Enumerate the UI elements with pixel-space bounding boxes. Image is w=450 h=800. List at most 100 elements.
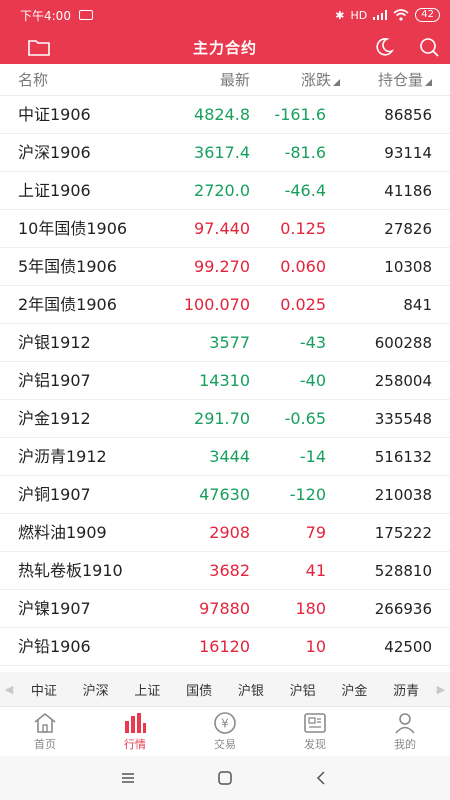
row-name: 上证1906 <box>18 181 91 200</box>
row-open-interest: 266936 <box>374 600 432 618</box>
page-title: 主力合约 <box>192 38 257 57</box>
scroll-left-icon[interactable]: ◀ <box>0 683 18 696</box>
column-change-label: 涨跌 <box>300 71 331 89</box>
row-open-interest: 27826 <box>384 220 432 238</box>
table-row[interactable]: 沪铅1906 16120 10 42500 <box>0 628 450 666</box>
nav-discover[interactable]: 发现 <box>270 707 360 756</box>
row-change: -161.6 <box>274 105 326 124</box>
row-name: 2年国债1906 <box>18 295 117 314</box>
back-icon[interactable] <box>314 770 330 786</box>
row-name: 沪沥青1912 <box>18 447 107 466</box>
row-change: -40 <box>299 371 326 390</box>
table-row[interactable]: 沪铜1907 47630 -120 210038 <box>0 476 450 514</box>
row-name: 热轧卷板1910 <box>18 561 123 580</box>
table-row[interactable]: 沪深1906 3617.4 -81.6 93114 <box>0 134 450 172</box>
table-row[interactable]: 热轧卷板1910 3682 41 528810 <box>0 552 450 590</box>
row-change: 79 <box>305 523 326 542</box>
nav-profile-label: 我的 <box>394 738 416 751</box>
table-row[interactable]: 10年国债1906 97.440 0.125 27826 <box>0 210 450 248</box>
quick-tab[interactable]: 沪深 <box>83 680 109 699</box>
folder-icon[interactable] <box>28 38 50 56</box>
quick-tab[interactable]: 沪铝 <box>290 680 316 699</box>
table-row[interactable]: 沪铝1907 14310 -40 258004 <box>0 362 450 400</box>
row-last-price: 3577 <box>209 333 250 352</box>
table-row[interactable]: 上证1906 2720.0 -46.4 41186 <box>0 172 450 210</box>
nav-home[interactable]: 首页 <box>0 707 90 756</box>
table-row[interactable]: 沪沥青1912 3444 -14 516132 <box>0 438 450 476</box>
quick-tab[interactable]: 沪金 <box>341 680 367 699</box>
scroll-right-icon[interactable]: ▶ <box>432 683 450 696</box>
row-change: 41 <box>305 561 326 580</box>
nav-trade[interactable]: ¥ 交易 <box>180 707 270 756</box>
row-change: 180 <box>295 599 326 618</box>
signal-icon <box>373 10 388 20</box>
bottom-nav: 首页 行情 ¥ 交易 发现 我的 <box>0 706 450 756</box>
bluetooth-icon: ✱ <box>335 8 345 22</box>
row-last-price: 2908 <box>209 523 250 542</box>
home-icon <box>34 712 56 733</box>
column-name[interactable]: 名称 <box>18 69 48 90</box>
market-icon <box>125 713 146 733</box>
signal-text: HD <box>350 8 368 22</box>
row-last-price: 14310 <box>199 371 250 390</box>
status-bar: 下午4:00 ✱ HD 42 <box>0 0 450 30</box>
row-name: 燃料油1909 <box>18 523 107 542</box>
row-change: 0.025 <box>280 295 326 314</box>
row-name: 5年国债1906 <box>18 257 117 276</box>
search-icon[interactable] <box>418 36 440 58</box>
yuan-icon: ¥ <box>214 712 236 734</box>
nav-discover-label: 发现 <box>304 738 326 751</box>
column-last[interactable]: 最新 <box>220 69 250 90</box>
table-row[interactable]: 中证1906 4824.8 -161.6 86856 <box>0 96 450 134</box>
row-name: 沪镍1907 <box>18 599 91 618</box>
home-button-icon[interactable] <box>217 770 233 786</box>
row-open-interest: 10308 <box>384 258 432 276</box>
row-last-price: 97880 <box>199 599 250 618</box>
quick-tab[interactable]: 中证 <box>31 680 57 699</box>
row-last-price: 97.440 <box>194 219 250 238</box>
table-row[interactable]: 2年国债1906 100.070 0.025 841 <box>0 286 450 324</box>
quick-tab[interactable]: 国债 <box>186 680 212 699</box>
table-row[interactable]: 燃料油1909 2908 79 175222 <box>0 514 450 552</box>
quick-tab[interactable]: 沥青 <box>393 680 419 699</box>
row-change: 0.060 <box>280 257 326 276</box>
svg-text:¥: ¥ <box>221 717 229 731</box>
row-open-interest: 258004 <box>374 372 432 390</box>
row-last-price: 47630 <box>199 485 250 504</box>
row-change: 0.125 <box>280 219 326 238</box>
quick-filter-bar: ◀ 中证 沪深 上证 国债 沪银 沪铝 沪金 沥青 ▶ <box>0 672 450 706</box>
column-oi-label: 持仓量 <box>377 71 423 89</box>
row-name: 沪深1906 <box>18 143 91 162</box>
table-row[interactable]: 5年国债1906 99.270 0.060 10308 <box>0 248 450 286</box>
nav-profile[interactable]: 我的 <box>360 707 450 756</box>
row-last-price: 100.070 <box>183 295 250 314</box>
row-name: 沪铜1907 <box>18 485 91 504</box>
night-mode-icon[interactable] <box>373 36 395 58</box>
row-name: 10年国债1906 <box>18 219 128 238</box>
row-open-interest: 41186 <box>384 182 432 200</box>
table-row[interactable]: 沪镍1907 97880 180 266936 <box>0 590 450 628</box>
status-right: ✱ HD 42 <box>335 8 440 22</box>
row-open-interest: 86856 <box>384 106 432 124</box>
row-change: -120 <box>289 485 326 504</box>
profile-icon <box>395 713 415 734</box>
column-change[interactable]: 涨跌 <box>301 69 340 90</box>
row-name: 沪金1912 <box>18 409 91 428</box>
row-change: -0.65 <box>284 409 326 428</box>
row-last-price: 16120 <box>199 637 250 656</box>
table-row[interactable]: 沪金1912 291.70 -0.65 335548 <box>0 400 450 438</box>
row-change: -81.6 <box>284 143 326 162</box>
row-open-interest: 210038 <box>374 486 432 504</box>
sort-indicator-icon <box>333 79 340 86</box>
app-header: 主力合约 <box>0 30 450 64</box>
row-open-interest: 42500 <box>384 638 432 656</box>
nav-trade-label: 交易 <box>214 738 236 751</box>
nav-market[interactable]: 行情 <box>90 707 180 756</box>
row-open-interest: 335548 <box>374 410 432 428</box>
column-header-row: 名称 最新 涨跌 持仓量 <box>0 64 450 96</box>
column-oi[interactable]: 持仓量 <box>378 69 432 90</box>
quick-tab[interactable]: 上证 <box>134 680 160 699</box>
quick-tab[interactable]: 沪银 <box>238 680 264 699</box>
table-row[interactable]: 沪银1912 3577 -43 600288 <box>0 324 450 362</box>
menu-icon[interactable] <box>120 770 136 786</box>
